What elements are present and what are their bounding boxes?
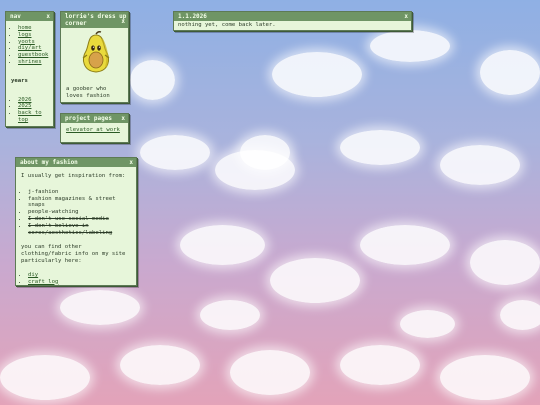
fashion-intro: I usually get inspiration from: — [21, 173, 126, 179]
craft-log-link[interactable]: craft log — [28, 279, 58, 285]
nav-title: nav — [10, 13, 21, 20]
log-titlebar[interactable]: 1.1.2026 x — [174, 12, 411, 21]
close-icon[interactable]: x — [129, 158, 133, 167]
list-item-struck: I don't use social media — [28, 216, 131, 223]
year-link-2026: 2026 — [18, 97, 48, 104]
project-pages-content: elevator at work — [61, 123, 128, 138]
dress-up-caption: a goober who loves fashion — [66, 86, 110, 99]
nav-link-home-text[interactable]: home — [18, 25, 31, 31]
log-content: nothing yet, come back later. — [174, 21, 411, 30]
nav-link-shrines-text[interactable]: shrines — [18, 59, 42, 65]
nav-link-home: home — [18, 25, 48, 32]
dress-up-window: lorrie's dress up corner x a goober who … — [60, 11, 129, 103]
dress-up-content: a goober who loves fashion — [61, 28, 128, 104]
nav-link-diy-art-text[interactable]: diy/art — [18, 45, 42, 51]
project-pages-titlebar[interactable]: project pages x — [61, 114, 128, 123]
nav-link-yoots-text[interactable]: yoots — [18, 39, 35, 45]
nav-link-logs-text[interactable]: logs — [18, 32, 31, 38]
nav-link-guestbook-text[interactable]: guestbook — [18, 52, 48, 58]
nav-titlebar[interactable]: nav x — [6, 12, 53, 21]
years-heading: years — [11, 77, 28, 84]
year-links: 2026 2025 back to top — [11, 97, 48, 124]
nav-link-shrines: shrines — [18, 59, 48, 66]
fashion-links-list: diy craft log — [21, 272, 131, 286]
year-link-2025-text[interactable]: 2025 — [18, 103, 31, 109]
log-text: nothing yet, come back later. — [178, 22, 276, 28]
fashion-other-text: you can find other clothing/fabric info … — [21, 244, 126, 264]
craft-log-link-item: craft log — [28, 279, 131, 286]
list-item: j-fashion — [28, 189, 131, 196]
nav-link-yoots: yoots — [18, 39, 48, 46]
close-icon[interactable]: x — [121, 114, 125, 123]
back-to-top-link: back to top — [18, 110, 48, 124]
close-icon[interactable]: x — [46, 12, 50, 21]
close-icon[interactable]: x — [121, 17, 125, 26]
list-item: fashion magazines & street snaps — [28, 196, 131, 210]
list-item-struck: I don't believe in cores/aesthetics/labe… — [28, 223, 131, 237]
elevator-at-work-link[interactable]: elevator at work — [66, 127, 120, 133]
fashion-sources-list: j-fashion fashion magazines & street sna… — [21, 189, 131, 237]
project-pages-window: project pages x elevator at work — [60, 113, 129, 143]
diy-link-item: diy — [28, 272, 131, 279]
year-link-2025: 2025 — [18, 103, 48, 110]
dress-up-title-line2: corner — [65, 20, 87, 27]
list-item: people-watching — [28, 209, 131, 216]
year-link-2026-text[interactable]: 2026 — [18, 97, 31, 103]
about-fashion-window: about my fashion x I usually get inspira… — [15, 157, 137, 286]
dress-up-title-line1: lorrie's dress up — [65, 13, 127, 20]
nav-link-diy-art: diy/art — [18, 45, 48, 52]
about-fashion-titlebar[interactable]: about my fashion x — [16, 158, 136, 167]
close-icon[interactable]: x — [404, 12, 408, 21]
pear-character-icon — [66, 31, 126, 75]
dress-up-titlebar[interactable]: lorrie's dress up corner x — [61, 12, 128, 28]
diy-link[interactable]: diy — [28, 272, 38, 278]
nav-content: home logs yoots diy/art guestbook shrine… — [6, 21, 53, 128]
about-fashion-title: about my fashion — [20, 159, 78, 166]
nav-link-guestbook: guestbook — [18, 52, 48, 59]
log-window: 1.1.2026 x nothing yet, come back later. — [173, 11, 412, 31]
nav-window: nav x home logs yoots diy/art guestbook … — [5, 11, 54, 127]
nav-link-logs: logs — [18, 32, 48, 39]
project-pages-title: project pages — [65, 115, 112, 122]
log-date-title: 1.1.2026 — [178, 13, 207, 20]
nav-links: home logs yoots diy/art guestbook shrine… — [11, 25, 48, 66]
back-to-top-text[interactable]: back to top — [18, 110, 42, 123]
about-fashion-content: I usually get inspiration from: j-fashio… — [16, 167, 136, 289]
